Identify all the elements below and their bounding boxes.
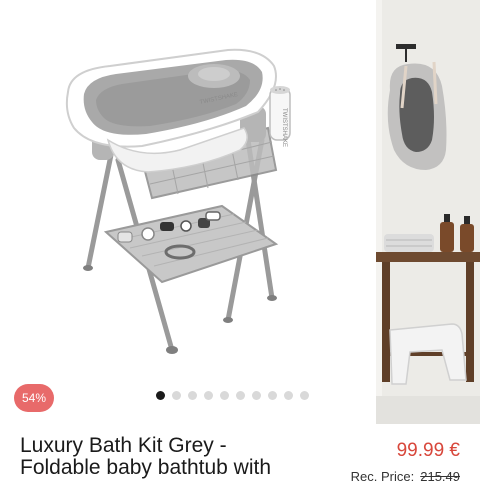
recommended-price: Rec. Price: 215.49 xyxy=(351,469,460,484)
gallery-dot[interactable] xyxy=(188,390,197,400)
gallery-dot[interactable] xyxy=(268,390,277,400)
gallery-dot[interactable] xyxy=(220,390,229,400)
product-gallery[interactable]: TWISTSHAKE TWISTSHAKE 54% xyxy=(0,0,480,424)
discount-badge: 54% xyxy=(14,384,54,412)
gallery-pagination[interactable] xyxy=(156,390,309,400)
brand-label-thermometer: TWISTSHAKE xyxy=(281,108,287,147)
gallery-dot[interactable] xyxy=(156,390,165,400)
product-title: Luxury Bath Kit Grey - Foldable baby bat… xyxy=(20,435,340,479)
gallery-dot[interactable] xyxy=(204,390,213,400)
product-price: 99.99 € xyxy=(396,440,460,461)
gallery-dot[interactable] xyxy=(284,390,293,400)
main-product-image[interactable]: TWISTSHAKE TWISTSHAKE xyxy=(0,0,370,424)
gallery-dot[interactable] xyxy=(236,390,245,400)
product-title-line-2: Foldable baby bathtub with xyxy=(20,456,272,479)
gallery-dot[interactable] xyxy=(172,390,181,400)
product-title-line-1: Luxury Bath Kit Grey - xyxy=(20,434,227,457)
rec-price-label: Rec. Price: xyxy=(350,469,415,484)
bathroom-scene-illustration xyxy=(376,0,480,424)
secondary-product-image[interactable] xyxy=(376,0,480,424)
bathtub-stand-illustration: TWISTSHAKE TWISTSHAKE xyxy=(65,48,291,354)
rec-price-value: 215.49 xyxy=(420,469,460,484)
gallery-dot[interactable] xyxy=(252,390,261,400)
gallery-dot[interactable] xyxy=(300,390,309,400)
